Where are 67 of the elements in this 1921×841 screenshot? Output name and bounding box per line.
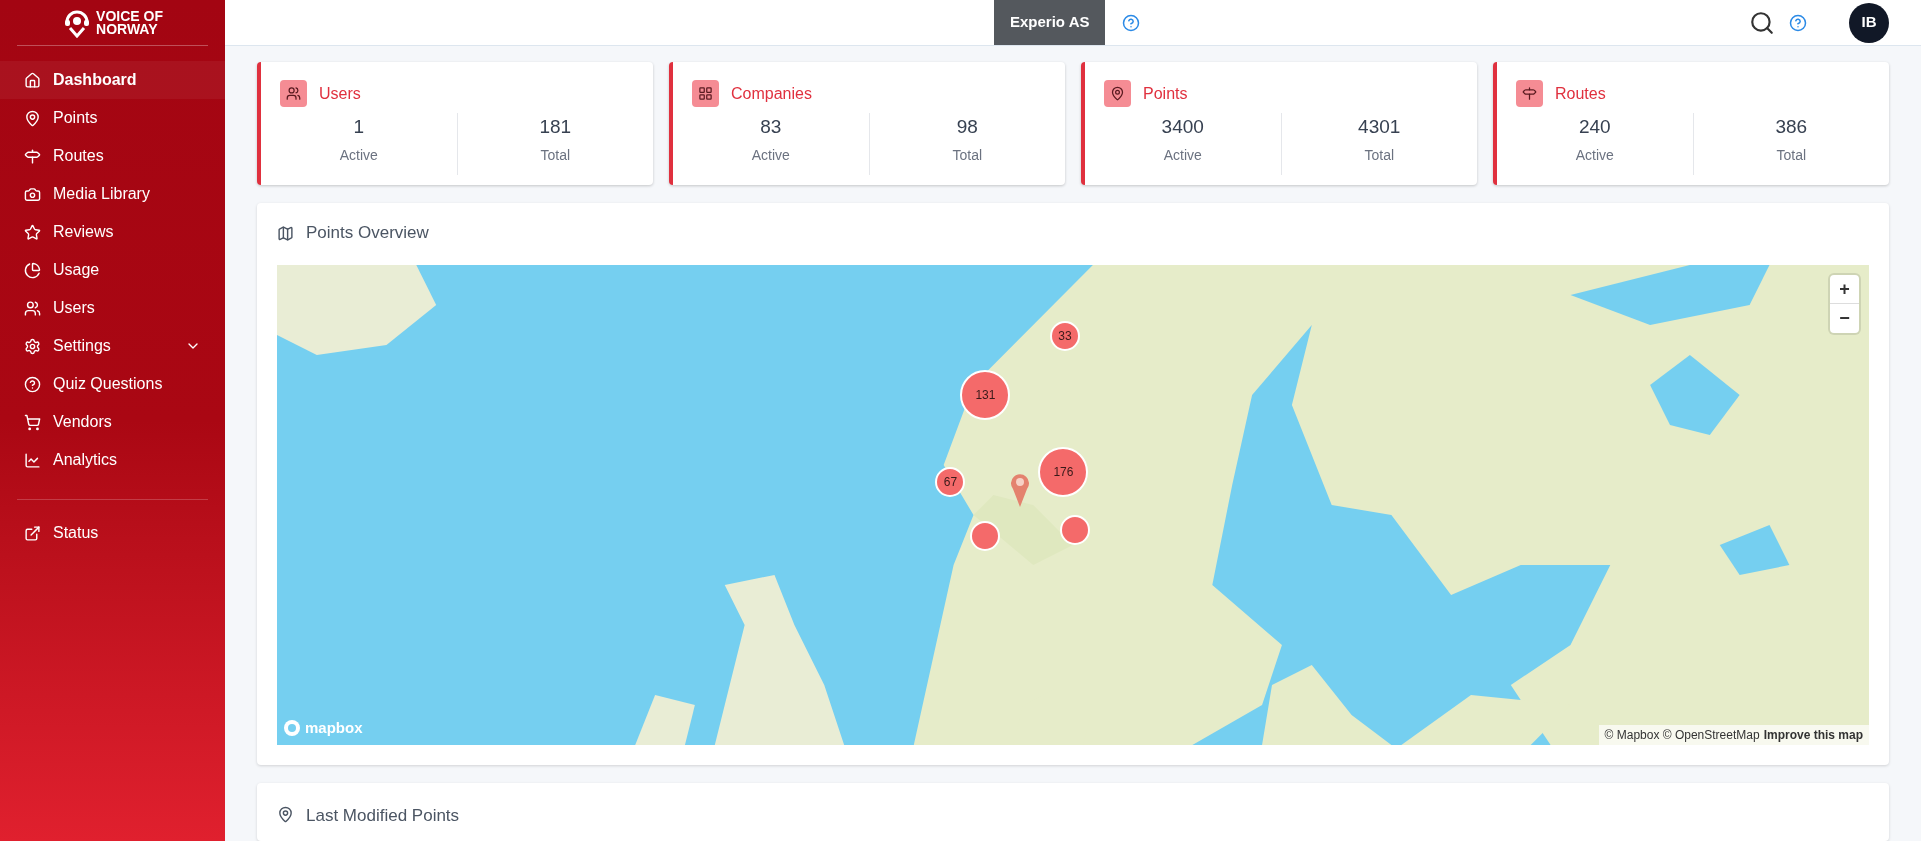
grid-icon — [698, 86, 713, 101]
zoom-in-button[interactable]: + — [1830, 275, 1859, 304]
map-pin-icon[interactable] — [1010, 473, 1031, 508]
brand-name-line: VOICE OF — [96, 9, 163, 23]
stat-label: Total — [1776, 145, 1807, 165]
pie-chart-icon — [24, 261, 41, 279]
attribution-text: © Mapbox © OpenStreetMap — [1604, 727, 1760, 744]
map-icon — [277, 224, 294, 242]
pin-icon — [1110, 86, 1125, 101]
help-icon[interactable] — [1789, 13, 1807, 32]
sidebar-item[interactable]: Routes — [0, 137, 225, 175]
user-avatar[interactable]: IB — [1849, 2, 1889, 43]
stat-title[interactable]: Points — [1143, 81, 1188, 106]
pin-icon — [277, 806, 294, 823]
brand-name-line: NORWAY — [96, 22, 158, 36]
stat-value: 98 — [956, 115, 978, 139]
sidebar-item[interactable]: Settings — [0, 327, 225, 365]
external-link-icon — [24, 524, 41, 542]
users-icon — [286, 86, 301, 101]
question-icon — [24, 375, 41, 393]
help-icon[interactable] — [1122, 13, 1141, 32]
signpost-icon — [1522, 86, 1537, 101]
stat-label: Total — [1364, 145, 1395, 165]
card-title: Last Modified Points — [306, 805, 460, 827]
stat-value: 83 — [760, 115, 782, 139]
stat-label: Active — [339, 145, 378, 165]
sidebar-item[interactable]: Usage — [0, 251, 225, 289]
signpost-icon — [24, 147, 41, 165]
users-icon — [24, 299, 41, 317]
sidebar-item[interactable]: Media Library — [0, 175, 225, 213]
stat-label: Total — [540, 145, 571, 165]
mapbox-mark-icon — [283, 718, 301, 737]
cart-icon — [24, 413, 41, 431]
sidebar-item[interactable]: Dashboard — [0, 61, 225, 99]
stat-title[interactable]: Routes — [1555, 81, 1606, 106]
settings-icon — [24, 337, 41, 355]
stat-value: 4301 — [1358, 115, 1401, 139]
stat-value: 386 — [1775, 115, 1808, 139]
stat-value: 1 — [353, 115, 365, 139]
stat-value: 3400 — [1161, 115, 1204, 139]
sidebar-item[interactable]: Points — [0, 99, 225, 137]
stat-title[interactable]: Companies — [731, 81, 812, 106]
zoom-out-button[interactable]: − — [1830, 304, 1859, 333]
stat-value: 240 — [1578, 115, 1611, 139]
sidebar-item[interactable]: Users — [0, 289, 225, 327]
stat-label: Active — [1575, 145, 1614, 165]
stat-value: 181 — [539, 115, 572, 139]
camera-icon — [24, 185, 41, 203]
sidebar-item[interactable]: Status — [0, 514, 225, 552]
map[interactable]: 33 131 176 67 + − mapbox © Mapbox © OpenStreetMap Improve this map — [277, 265, 1869, 745]
star-icon — [24, 223, 41, 241]
pin-icon — [24, 109, 41, 127]
sidebar-item[interactable]: Reviews — [0, 213, 225, 251]
company-label[interactable]: Experio AS — [994, 0, 1106, 45]
line-chart-icon — [24, 451, 41, 469]
home-icon — [24, 71, 41, 89]
sidebar-item[interactable]: Vendors — [0, 403, 225, 441]
stat-label: Active — [751, 145, 790, 165]
logo[interactable]: VOICE OF NORWAY — [62, 7, 163, 38]
improve-map-link[interactable]: Improve this map — [1763, 726, 1863, 744]
sidebar-item[interactable]: Analytics — [0, 441, 225, 479]
stat-label: Active — [1163, 145, 1202, 165]
sidebar-item[interactable]: Quiz Questions — [0, 365, 225, 403]
card-title: Points Overview — [306, 222, 429, 245]
search-icon[interactable] — [1749, 9, 1775, 36]
stat-title[interactable]: Users — [319, 81, 361, 106]
stat-label: Total — [952, 145, 983, 165]
